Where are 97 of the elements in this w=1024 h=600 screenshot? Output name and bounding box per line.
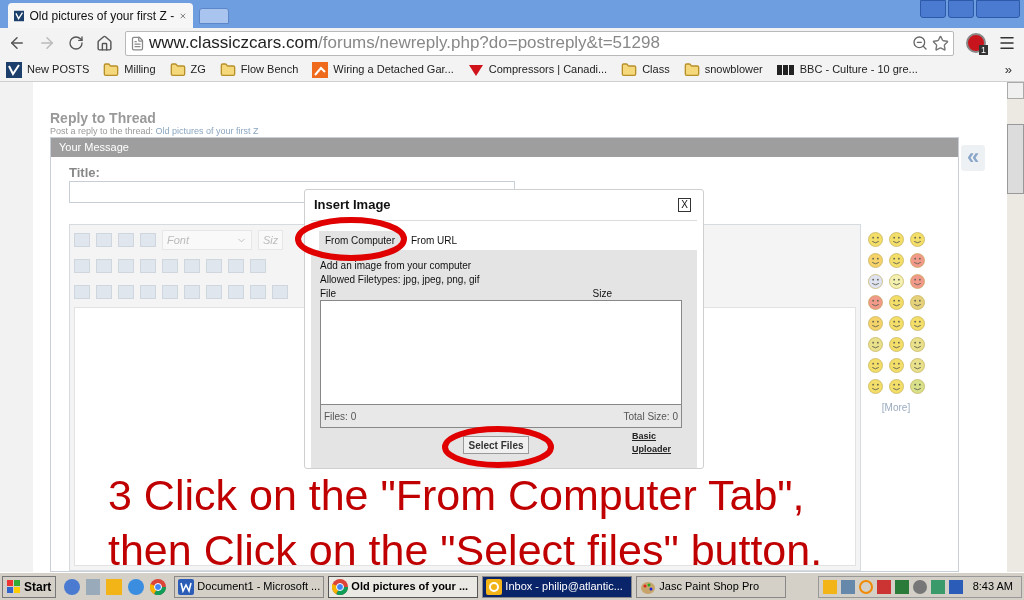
smiley-icon[interactable] [888, 316, 904, 331]
close-button[interactable]: X [678, 198, 691, 212]
page-icon [130, 35, 145, 51]
reload-icon[interactable] [68, 35, 84, 51]
smiley-icon[interactable] [867, 295, 883, 310]
dialog-title: Insert Image [314, 196, 391, 215]
url-path: /forums/newreply.php?do=postreply&t=51298 [318, 32, 661, 55]
smiley-icon[interactable] [909, 274, 925, 289]
zoom-icon[interactable] [912, 35, 928, 51]
smiley-icon[interactable] [888, 232, 904, 247]
page-subheading: Post a reply to the thread: Old pictures of your first Z [50, 126, 260, 137]
bookmark-item[interactable]: Flow Bench [219, 61, 299, 78]
smiley-icon[interactable] [867, 274, 883, 289]
folder-icon [103, 61, 120, 78]
browser-tab[interactable]: Old pictures of your first Z - [8, 3, 193, 28]
more-bookmarks[interactable]: » [1004, 59, 1018, 80]
menu-icon[interactable] [998, 34, 1016, 52]
quick-launch-icon[interactable] [64, 578, 81, 595]
intro-text: Add an image from your computer [320, 259, 473, 273]
title-label: Title: [69, 165, 101, 181]
back-icon[interactable] [8, 34, 26, 52]
files-count: Files: 0 [324, 409, 357, 424]
start-button[interactable]: Start [2, 575, 57, 598]
smiley-icon[interactable] [909, 379, 925, 394]
smiley-icon[interactable] [909, 232, 925, 247]
page-heading: Reply to Thread [50, 110, 157, 126]
select-files-button[interactable]: Select Files [463, 436, 529, 454]
quick-launch-icon[interactable] [86, 578, 101, 595]
filetypes-text: Allowed Filetypes: jpg, jpeg, png, gif [320, 273, 481, 287]
browser-icon [332, 578, 349, 595]
minimize-button[interactable] [920, 0, 946, 18]
clock: 8:43 AM [971, 579, 1014, 595]
smiley-icon[interactable] [867, 316, 883, 331]
smiley-icon[interactable] [909, 316, 925, 331]
bookmark-item[interactable]: Compressors | Canadi... [467, 61, 608, 78]
bookmark-item[interactable]: Class [621, 61, 670, 78]
smiley-icon[interactable] [888, 253, 904, 268]
scrollbar[interactable] [1007, 82, 1024, 572]
panel-header: Your Message [51, 138, 958, 157]
tray-icon[interactable] [948, 579, 963, 594]
mail-app-icon [486, 578, 503, 595]
forward-icon[interactable] [38, 34, 56, 52]
folder-icon [683, 61, 700, 78]
taskbar-button[interactable]: Inbox - philip@atlantic... [482, 575, 633, 598]
document-w-icon [178, 578, 195, 595]
taskbar-button[interactable]: Jasc Paint Shop Pro [636, 575, 787, 598]
smiley-icon[interactable] [888, 379, 904, 394]
home-icon[interactable] [96, 34, 113, 52]
column-header: Size [592, 287, 612, 300]
dialog-tab[interactable]: From Computer [319, 231, 401, 250]
smiley-icon[interactable] [867, 253, 883, 268]
taskbar-button[interactable]: Old pictures of your ... [328, 575, 479, 598]
url-host: www.classiczcars.com [149, 32, 319, 55]
tray-icon[interactable] [912, 579, 927, 594]
annotation-text: then Click on the "Select files" button. [108, 525, 823, 572]
quick-launch-icon[interactable] [128, 578, 145, 595]
folder-icon [169, 61, 186, 78]
site-logo-icon [6, 61, 22, 78]
windows-logo-icon [7, 579, 21, 594]
total-size: Total Size: 0 [623, 409, 678, 424]
bookmark-item[interactable]: Milling [103, 61, 156, 78]
tray-icon[interactable] [894, 579, 909, 594]
annotation-text: 3 Click on the "From Computer Tab", [108, 470, 806, 521]
bookmark-item[interactable]: New POSTS [6, 61, 90, 78]
folder-icon [219, 61, 236, 78]
taskbar-button[interactable]: Document1 - Microsoft ... [174, 575, 325, 598]
tray-icon[interactable] [840, 579, 855, 594]
bookmark-item[interactable]: ZG [169, 61, 206, 78]
tray-icon[interactable] [930, 579, 945, 594]
smiley-icon[interactable] [867, 379, 883, 394]
smiley-icon[interactable] [888, 358, 904, 373]
smiley-icon[interactable] [888, 274, 904, 289]
smiley-icon[interactable] [867, 358, 883, 373]
basic-uploader-link[interactable]: Basic Uploader [632, 430, 682, 456]
blocks-logo-icon [776, 64, 795, 75]
folder-icon [621, 61, 638, 78]
bookmark-star-icon[interactable] [932, 34, 949, 52]
smiley-icon[interactable] [888, 295, 904, 310]
smiley-icon[interactable] [909, 358, 925, 373]
bookmark-item[interactable]: BBC - Culture - 10 gre... [776, 61, 918, 78]
restore-button[interactable] [948, 0, 974, 18]
bookmark-item[interactable]: Wiring a Detached Gar... [312, 61, 454, 78]
bookmark-item[interactable]: snowblower [683, 61, 763, 78]
extension-badge: 1 [979, 45, 988, 55]
smiley-icon[interactable] [867, 232, 883, 247]
smiley-icon[interactable] [909, 295, 925, 310]
tray-icon[interactable] [876, 579, 891, 594]
extension-button[interactable]: 1 [966, 33, 986, 53]
smiley-icon[interactable] [867, 337, 883, 352]
new-tab-button[interactable] [199, 8, 229, 24]
close-window-button[interactable] [976, 0, 1020, 18]
smiley-icon[interactable] [909, 253, 925, 268]
browser-icon [150, 578, 167, 595]
address-bar[interactable]: www.classiczcars.com/forums/newreply.php?do=postreply&t=51298 [125, 30, 954, 56]
column-header: File [320, 287, 337, 300]
smiley-icon[interactable] [909, 337, 925, 352]
smiley-icon[interactable] [888, 337, 904, 352]
